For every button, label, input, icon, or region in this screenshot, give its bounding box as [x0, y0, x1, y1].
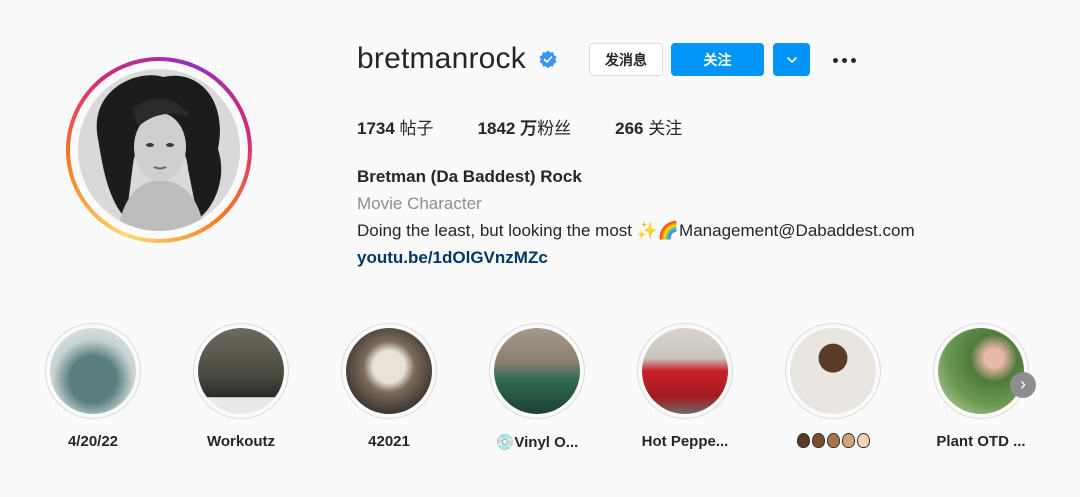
highlight-thumbnail [50, 328, 136, 414]
highlight-thumbnail [938, 328, 1024, 414]
highlight-label: Plant OTD ... [936, 433, 1026, 450]
following-label: 关注 [643, 119, 683, 138]
highlight-label: Workoutz [206, 433, 276, 450]
highlight-ring [341, 323, 437, 419]
follow-button[interactable]: 关注 [671, 43, 764, 76]
highlight-ring [785, 323, 881, 419]
highlight-item[interactable]: 42021 [324, 323, 454, 450]
category-label: Movie Character [357, 194, 482, 213]
highlight-label: 42021 [368, 433, 410, 450]
next-arrow-icon[interactable]: › [1010, 372, 1036, 398]
username: bretmanrock [357, 42, 526, 75]
avatar-photo [78, 69, 240, 231]
highlight-thumbnail [198, 328, 284, 414]
highlight-label: 4/20/22 [67, 433, 119, 450]
posts-count: 1734 [357, 119, 395, 138]
highlight-thumbnail [642, 328, 728, 414]
posts-label: 帖子 [394, 119, 434, 138]
following-count: 266 [615, 119, 644, 138]
highlight-thumbnail [494, 328, 580, 414]
highlight-ring [489, 323, 585, 419]
highlight-thumbnail [790, 328, 876, 414]
skin-tone-emoji-row [796, 433, 870, 448]
highlight-item[interactable]: 💿Vinyl O... [472, 323, 602, 451]
highlight-ring [637, 323, 733, 419]
followers-stat[interactable]: 1842 万粉丝 [478, 114, 572, 139]
highlight-label: 💿Vinyl O... [495, 434, 579, 451]
followers-label: 粉丝 [537, 119, 572, 138]
highlight-item[interactable] [768, 323, 898, 452]
more-options-icon[interactable] [828, 47, 860, 73]
following-stat[interactable]: 266 关注 [615, 114, 682, 139]
suggested-dropdown-button[interactable] [773, 43, 810, 76]
highlight-label: Hot Peppe... [641, 433, 729, 450]
highlight-item[interactable]: 4/20/22 [28, 323, 158, 450]
followers-count: 1842 万 [477, 119, 538, 138]
profile-stats: 1734 帖子 1842 万粉丝 266 关注 [357, 114, 726, 139]
posts-stat[interactable]: 1734 帖子 [357, 114, 434, 139]
highlight-item[interactable]: Workoutz [176, 323, 306, 450]
bio-link[interactable]: youtu.be/1dOlGVnzMZc [357, 244, 915, 271]
profile-bio: Bretman (Da Baddest) Rock Movie Characte… [357, 163, 915, 271]
avatar[interactable] [78, 69, 240, 231]
highlight-thumbnail [346, 328, 432, 414]
message-button[interactable]: 发消息 [589, 43, 663, 76]
chevron-down-icon [786, 56, 797, 63]
highlight-label [796, 433, 870, 452]
highlight-item[interactable]: Hot Peppe... [620, 323, 750, 450]
story-highlights: 4/20/22 Workoutz 42021 💿Vinyl O... Hot P… [0, 323, 1080, 463]
highlight-ring [45, 323, 141, 419]
bio-text: Doing the least, but looking the most ✨🌈… [357, 221, 915, 240]
verified-badge-icon [539, 50, 557, 69]
full-name: Bretman (Da Baddest) Rock [357, 167, 582, 186]
highlight-ring [933, 323, 1029, 419]
highlight-ring [193, 323, 289, 419]
profile-avatar-ring[interactable] [66, 57, 252, 243]
